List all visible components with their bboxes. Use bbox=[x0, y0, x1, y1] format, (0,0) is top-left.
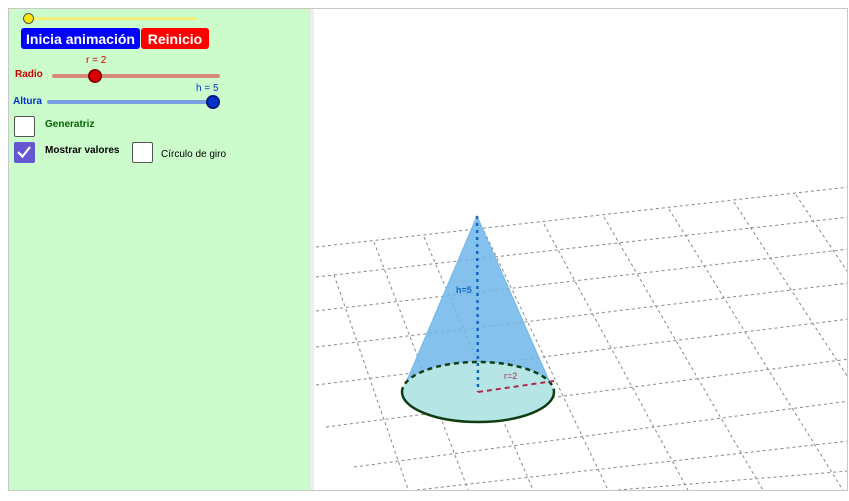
grid-line bbox=[333, 274, 409, 490]
ground-grid bbox=[315, 186, 847, 490]
show-values-label: Mostrar valores bbox=[45, 145, 120, 156]
grid-line bbox=[603, 216, 764, 490]
height-value-label: h = 5 bbox=[196, 83, 219, 94]
grid-line bbox=[315, 216, 847, 278]
checkmark-icon bbox=[17, 146, 31, 159]
show-values-checkbox[interactable] bbox=[14, 142, 35, 163]
grid-line bbox=[315, 248, 847, 312]
generatrix-checkbox[interactable] bbox=[14, 116, 35, 137]
grid-line bbox=[315, 318, 847, 386]
grid-line bbox=[315, 282, 847, 348]
grid-line bbox=[733, 201, 847, 377]
control-panel: Inicia animación Reinicio r = 2 Radio h … bbox=[9, 9, 309, 490]
applet-frame: Inicia animación Reinicio r = 2 Radio h … bbox=[8, 8, 848, 491]
animation-slider-track[interactable] bbox=[31, 17, 197, 20]
height-slider-knob[interactable] bbox=[206, 95, 220, 109]
height-slider-track[interactable] bbox=[47, 100, 219, 104]
generatrix-label: Generatriz bbox=[45, 119, 95, 130]
radius-slider-label: Radio bbox=[15, 69, 43, 80]
animation-slider-knob[interactable] bbox=[23, 13, 34, 24]
height-slider-label: Altura bbox=[13, 96, 42, 107]
grid-line bbox=[795, 194, 847, 272]
3d-scene[interactable]: h=5 r=2 bbox=[314, 9, 848, 491]
grid-line bbox=[668, 208, 844, 490]
grid-line bbox=[543, 223, 689, 490]
grid-line bbox=[315, 186, 847, 248]
3d-graphics-view[interactable]: h=5 r=2 bbox=[314, 9, 847, 490]
radius-slider-track[interactable] bbox=[52, 74, 220, 78]
reset-button[interactable]: Reinicio bbox=[141, 28, 209, 49]
radius-value-label: r=2 bbox=[504, 371, 517, 381]
radius-value-label: r = 2 bbox=[86, 55, 107, 66]
rotation-circle-label: Círculo de giro bbox=[161, 149, 227, 160]
grid-line bbox=[612, 470, 847, 490]
grid-line bbox=[412, 440, 847, 490]
radius-slider-knob[interactable] bbox=[88, 69, 102, 83]
rotation-circle-checkbox[interactable] bbox=[132, 142, 153, 163]
start-animation-button[interactable]: Inicia animación bbox=[21, 28, 140, 49]
height-value-label: h=5 bbox=[456, 285, 472, 295]
